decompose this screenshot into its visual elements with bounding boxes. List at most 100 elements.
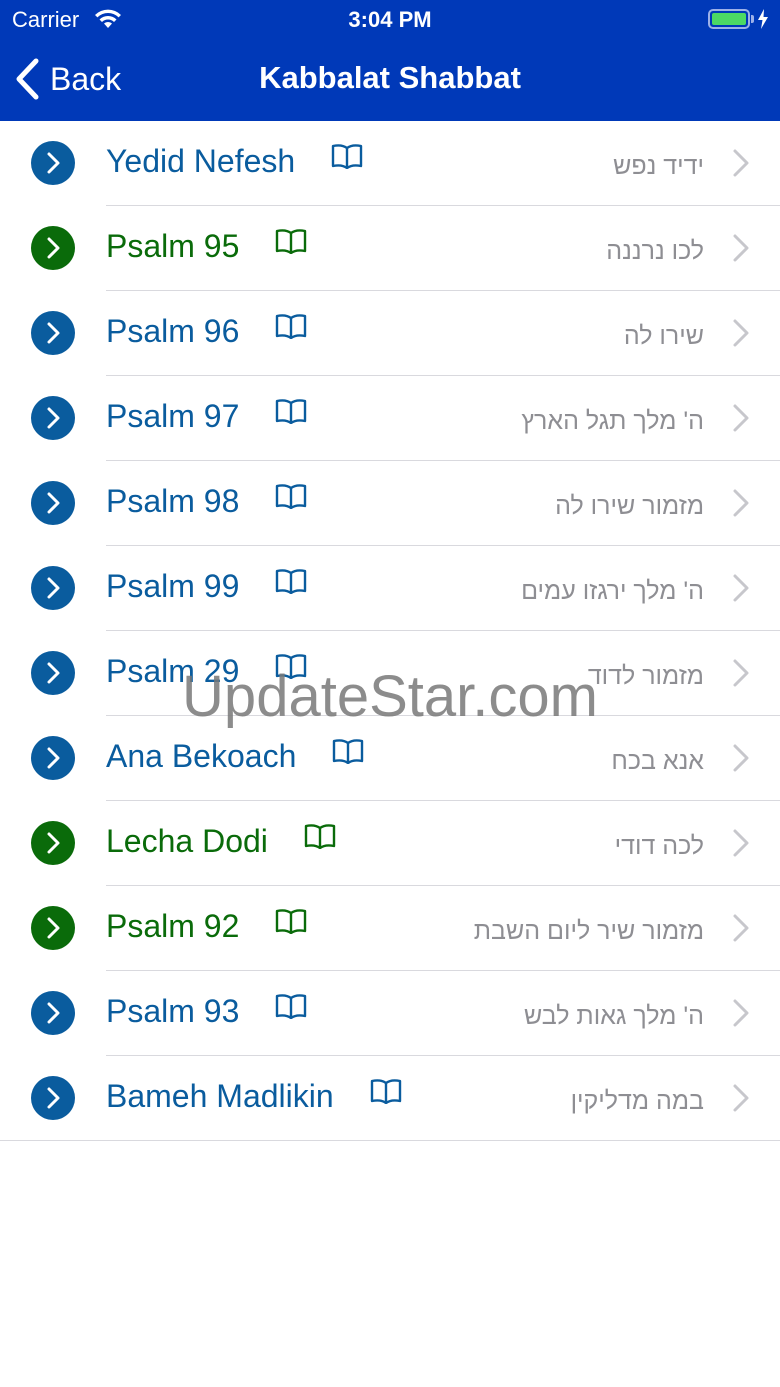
play-button[interactable]: [31, 906, 75, 950]
item-title: Psalm 96: [106, 313, 240, 349]
play-button[interactable]: [31, 991, 75, 1035]
book-icon[interactable]: [332, 738, 364, 764]
list-item[interactable]: Psalm 98 מזמור שירו לה: [0, 461, 780, 546]
list-item[interactable]: Psalm 96 שירו לה: [0, 291, 780, 376]
chevron-right-icon: [47, 747, 60, 769]
item-title-group: Lecha Dodi: [106, 823, 336, 860]
book-icon[interactable]: [275, 398, 307, 424]
play-button[interactable]: [31, 481, 75, 525]
disclosure-chevron-icon: [733, 574, 749, 602]
list-item[interactable]: Psalm 95 לכו נרננה: [0, 206, 780, 291]
item-hebrew-title: אנא בכח: [611, 747, 704, 775]
chevron-right-icon: [47, 577, 60, 599]
list-item[interactable]: Psalm 99 ה' מלך ירגזו עמים: [0, 546, 780, 631]
play-button[interactable]: [31, 396, 75, 440]
item-title-group: Psalm 98: [106, 483, 307, 520]
disclosure-chevron-icon: [733, 744, 749, 772]
book-icon[interactable]: [275, 908, 307, 934]
list-item[interactable]: Psalm 97 ה' מלך תגל הארץ: [0, 376, 780, 461]
play-button[interactable]: [31, 311, 75, 355]
item-title-group: Psalm 93: [106, 993, 307, 1030]
list-item[interactable]: Lecha Dodi לכה דודי: [0, 801, 780, 886]
book-icon[interactable]: [275, 313, 307, 339]
play-button[interactable]: [31, 1076, 75, 1120]
disclosure-chevron-icon: [733, 659, 749, 687]
item-title-group: Psalm 99: [106, 568, 307, 605]
item-title: Psalm 29: [106, 653, 240, 689]
item-hebrew-title: ידיד נפש: [613, 152, 704, 180]
item-title-group: Psalm 29: [106, 653, 307, 690]
disclosure-chevron-icon: [733, 999, 749, 1027]
play-button[interactable]: [31, 566, 75, 610]
chevron-right-icon: [47, 322, 60, 344]
book-icon[interactable]: [275, 228, 307, 254]
list-item[interactable]: Bameh Madlikin במה מדליקין: [0, 1056, 780, 1141]
play-button[interactable]: [31, 736, 75, 780]
book-icon[interactable]: [304, 823, 336, 849]
list-item[interactable]: Ana Bekoach אנא בכח: [0, 716, 780, 801]
battery-icon: [708, 9, 750, 29]
item-title-group: Psalm 97: [106, 398, 307, 435]
prayer-list: Yedid Nefesh ידיד נפש Psalm 95 לכו נרננה Psa…: [0, 121, 780, 1141]
page-title: Kabbalat Shabbat: [259, 60, 521, 95]
item-hebrew-title: מזמור שיר ליום השבת: [473, 917, 704, 945]
disclosure-chevron-icon: [733, 1084, 749, 1112]
chevron-right-icon: [47, 832, 60, 854]
book-icon[interactable]: [331, 143, 363, 169]
book-icon[interactable]: [275, 993, 307, 1019]
disclosure-chevron-icon: [733, 149, 749, 177]
top-bar: Carrier 3:04 PM Back Kabbalat Shabbat: [0, 0, 780, 121]
item-title-group: Psalm 92: [106, 908, 307, 945]
list-item[interactable]: Psalm 29 מזמור לדוד: [0, 631, 780, 716]
item-title: Psalm 92: [106, 908, 240, 944]
item-title-group: Psalm 96: [106, 313, 307, 350]
item-title: Psalm 97: [106, 398, 240, 434]
item-title: Ana Bekoach: [106, 738, 297, 774]
list-item[interactable]: Psalm 93 ה' מלך גאות לבש: [0, 971, 780, 1056]
item-title: Psalm 99: [106, 568, 240, 604]
status-bar: Carrier 3:04 PM: [0, 0, 780, 40]
disclosure-chevron-icon: [733, 489, 749, 517]
item-title: Lecha Dodi: [106, 823, 268, 859]
disclosure-chevron-icon: [733, 404, 749, 432]
disclosure-chevron-icon: [733, 319, 749, 347]
book-icon[interactable]: [275, 653, 307, 679]
item-hebrew-title: ה' מלך תגל הארץ: [521, 407, 704, 435]
item-hebrew-title: לכו נרננה: [606, 237, 704, 265]
item-hebrew-title: מזמור שירו לה: [555, 492, 704, 520]
item-hebrew-title: ה' מלך גאות לבש: [524, 1002, 704, 1030]
item-title: Psalm 93: [106, 993, 240, 1029]
disclosure-chevron-icon: [733, 829, 749, 857]
item-title: Bameh Madlikin: [106, 1078, 334, 1114]
chevron-right-icon: [47, 1087, 60, 1109]
item-hebrew-title: לכה דודי: [614, 832, 704, 860]
item-title-group: Yedid Nefesh: [106, 143, 363, 180]
battery-cap: [751, 15, 754, 23]
chevron-right-icon: [47, 237, 60, 259]
item-title-group: Ana Bekoach: [106, 738, 364, 775]
chevron-right-icon: [47, 152, 60, 174]
disclosure-chevron-icon: [733, 234, 749, 262]
list-item[interactable]: Yedid Nefesh ידיד נפש: [0, 121, 780, 206]
item-hebrew-title: שירו לה: [623, 322, 704, 350]
book-icon[interactable]: [275, 483, 307, 509]
chevron-right-icon: [47, 1002, 60, 1024]
play-button[interactable]: [31, 651, 75, 695]
chevron-right-icon: [47, 407, 60, 429]
item-hebrew-title: ה' מלך ירגזו עמים: [521, 577, 704, 605]
book-icon[interactable]: [370, 1078, 402, 1104]
play-button[interactable]: [31, 141, 75, 185]
charging-bolt-icon: [758, 9, 768, 29]
chevron-right-icon: [47, 492, 60, 514]
row-separator: [0, 1140, 780, 1141]
item-title-group: Bameh Madlikin: [106, 1078, 402, 1115]
item-hebrew-title: מזמור לדוד: [587, 662, 704, 690]
item-hebrew-title: במה מדליקין: [570, 1087, 704, 1115]
book-icon[interactable]: [275, 568, 307, 594]
list-item[interactable]: Psalm 92 מזמור שיר ליום השבת: [0, 886, 780, 971]
item-title: Psalm 98: [106, 483, 240, 519]
disclosure-chevron-icon: [733, 914, 749, 942]
play-button[interactable]: [31, 226, 75, 270]
navigation-bar: Back Kabbalat Shabbat: [0, 40, 780, 121]
play-button[interactable]: [31, 821, 75, 865]
